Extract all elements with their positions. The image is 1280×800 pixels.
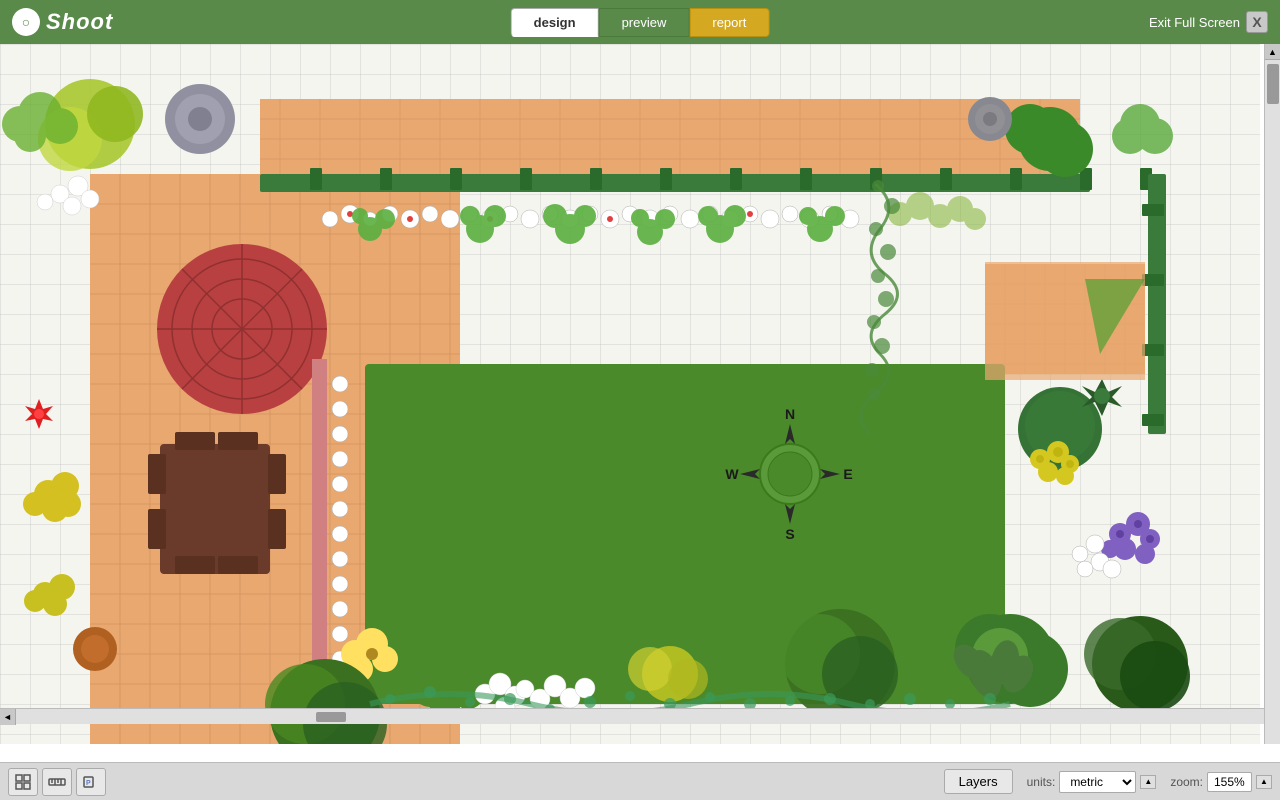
units-label: units: [1027, 775, 1056, 789]
footer-toolbar: P Layers units: metric imperial ▲ zoom: … [0, 762, 1280, 800]
zoom-label: zoom: [1170, 775, 1203, 789]
main-canvas-area: N S E W [0, 44, 1280, 762]
ruler-button[interactable] [42, 768, 72, 796]
units-select[interactable]: metric imperial [1059, 771, 1136, 793]
garden-canvas[interactable]: N S E W [0, 44, 1260, 744]
svg-text:N: N [785, 406, 795, 422]
logo-icon: ○ [12, 8, 40, 36]
horizontal-scrollbar[interactable]: ◄ [0, 708, 1264, 724]
app-header: ○ Shoot design preview report Exit Full … [0, 0, 1280, 44]
svg-text:W: W [725, 466, 739, 482]
scroll-up-button[interactable]: ▲ [1265, 44, 1280, 60]
garden-design-svg: N S E W [0, 44, 1260, 744]
layers-button[interactable]: Layers [944, 769, 1013, 794]
app-title: Shoot [46, 9, 113, 35]
tag-button[interactable]: P [76, 768, 106, 796]
logo-area: ○ Shoot [0, 8, 113, 36]
scroll-thumb-horizontal[interactable] [316, 712, 346, 722]
zoom-value: 155% [1207, 772, 1252, 792]
svg-text:P: P [86, 780, 91, 787]
exit-fullscreen-label: Exit Full Screen [1149, 15, 1240, 30]
tab-preview[interactable]: preview [599, 8, 690, 37]
scroll-left-button[interactable]: ◄ [0, 709, 16, 725]
grid-icon [14, 773, 32, 791]
scroll-thumb-vertical[interactable] [1267, 64, 1279, 104]
svg-text:E: E [843, 466, 852, 482]
tab-report[interactable]: report [689, 8, 769, 37]
tab-design[interactable]: design [511, 8, 599, 37]
tabs-container: design preview report [511, 8, 770, 37]
grid-view-button[interactable] [8, 768, 38, 796]
ruler-icon [48, 773, 66, 791]
zoom-up-button[interactable]: ▲ [1256, 775, 1272, 789]
exit-fullscreen-button[interactable]: Exit Full Screen X [1149, 11, 1268, 33]
tag-icon: P [82, 773, 100, 791]
close-button[interactable]: X [1246, 11, 1268, 33]
svg-text:S: S [785, 526, 794, 542]
vertical-scrollbar[interactable]: ▲ [1264, 44, 1280, 744]
units-up-button[interactable]: ▲ [1140, 775, 1156, 789]
